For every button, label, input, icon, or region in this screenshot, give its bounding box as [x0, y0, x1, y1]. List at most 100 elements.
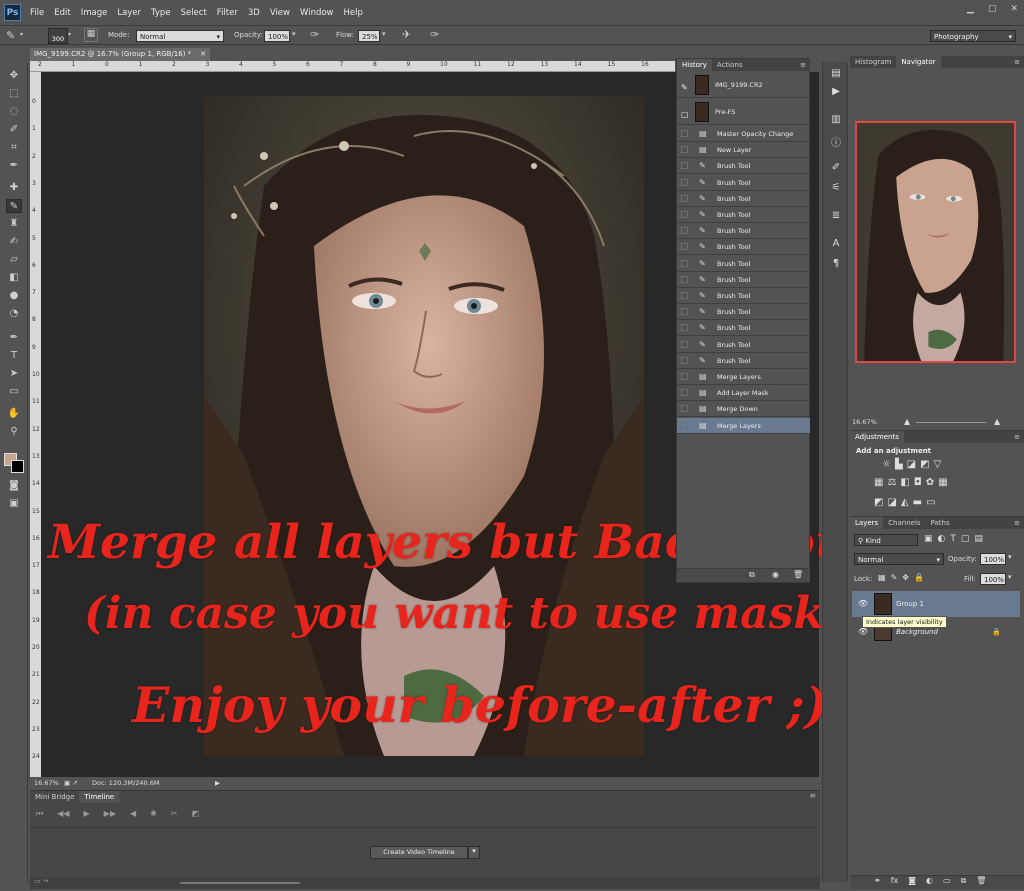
history-item[interactable]: ▤ New Layer [677, 142, 810, 159]
navigator-zoom-value[interactable]: 16.67% [852, 416, 877, 428]
invert-icon[interactable]: ◩ [874, 497, 883, 508]
menu-edit[interactable]: Edit [54, 8, 70, 18]
history-checkbox[interactable] [681, 130, 688, 137]
history-checkbox[interactable] [681, 421, 688, 429]
black-white-icon[interactable]: ◧ [900, 477, 909, 488]
ruler-vertical[interactable]: 0 1 2 3 4 5 6 7 8 9 10 11 12 13 14 15 16 17 18 19 20 21 22 23 24… [30, 72, 41, 788]
folder-icon[interactable]: ▭ [943, 876, 951, 889]
character-icon[interactable]: A [829, 238, 843, 252]
dodge-tool-icon[interactable]: ◔ [6, 307, 22, 321]
history-item[interactable]: ✎ Brush Tool [677, 353, 810, 369]
create-video-timeline-button[interactable]: Create Video Timeline [370, 846, 468, 859]
document-photo[interactable] [204, 96, 644, 756]
menu-help[interactable]: Help [344, 8, 363, 18]
chevron-down-icon[interactable]: ▾ [292, 30, 296, 38]
pressure-opacity-icon[interactable]: ✑ [310, 28, 319, 41]
chevron-down-icon[interactable]: ▾ [1008, 553, 1012, 561]
history-item[interactable]: ▤ Merge Down [677, 401, 810, 418]
history-checkbox[interactable] [681, 373, 688, 380]
history-item[interactable]: ✎ Brush Tool [677, 320, 810, 337]
source-brush-icon[interactable]: ✎ [681, 80, 688, 96]
close-icon[interactable]: ✕ [1010, 4, 1018, 14]
hue-saturation-icon[interactable]: ▦ [874, 477, 883, 488]
layer-blend-mode[interactable]: Normal ▾ [854, 553, 944, 565]
history-checkbox[interactable] [681, 194, 688, 202]
maximize-icon[interactable]: ▢ [988, 4, 997, 14]
history-item[interactable]: ▤ Merge Layers [677, 369, 810, 385]
menu-layer[interactable]: Layer [117, 8, 141, 18]
play-icon[interactable]: ▶ [84, 809, 90, 819]
tab-mini-bridge[interactable]: Mini Bridge [30, 791, 79, 803]
tab-adjustments[interactable]: Adjustments [850, 431, 904, 443]
lock-transparent-icon[interactable]: ▦ [878, 573, 886, 582]
history-checkbox[interactable] [681, 146, 688, 154]
status-arrow-icon[interactable]: ▶ [215, 777, 220, 789]
trash-icon[interactable]: 🗑 [793, 570, 803, 579]
history-checkbox[interactable] [681, 243, 688, 251]
color-lookup-icon[interactable]: ▦ [938, 477, 947, 488]
layer-opacity-field[interactable]: 100% [980, 553, 1006, 565]
ruler-horizontal[interactable]: 2 1 0 1 2 3 4 5 6 7 8 9 10 11 12 13 14 15 16 [30, 61, 675, 72]
minimize-icon[interactable]: ▁ [967, 4, 974, 14]
history-item[interactable]: ✎ Brush Tool [677, 223, 810, 240]
history-checkbox[interactable] [681, 211, 688, 218]
navigator-zoom-slider[interactable] [916, 422, 986, 423]
history-snapshot[interactable]: ▢ Pre-FS [677, 99, 810, 125]
brightness-contrast-icon[interactable]: ☼ [882, 459, 891, 470]
next-frame-icon[interactable]: ▶▶ [104, 809, 116, 819]
blur-tool-icon[interactable]: ● [6, 289, 22, 303]
layer-filter-kind[interactable]: ⚲ Kind [854, 534, 918, 546]
history-checkbox[interactable] [681, 178, 688, 186]
adjustment-layer-icon[interactable]: ◐ [926, 876, 933, 889]
snapshot-camera-icon[interactable]: ◉ [772, 570, 779, 579]
layer-row-group-1[interactable]: 👁 Group 1 [852, 591, 1020, 617]
vibrance-icon[interactable]: ▽ [934, 459, 942, 470]
gradient-tool-icon[interactable]: ◧ [6, 271, 22, 285]
chevron-down-icon[interactable]: ▾ [1008, 573, 1012, 581]
history-checkbox[interactable] [681, 227, 688, 235]
clone-source-icon[interactable]: ≣ [829, 210, 843, 224]
type-tool-icon[interactable]: T [6, 349, 22, 363]
levels-icon[interactable]: ▙ [895, 459, 903, 470]
info-icon[interactable]: ⓘ [829, 134, 843, 149]
panel-menu-icon[interactable]: ≡ [1014, 431, 1020, 443]
menu-type[interactable]: Type [151, 8, 171, 18]
menu-view[interactable]: View [270, 8, 290, 18]
crop-tool-icon[interactable]: ⌗ [6, 141, 22, 155]
tab-paths[interactable]: Paths [926, 517, 955, 529]
menu-filter[interactable]: Filter [217, 8, 238, 18]
lock-all-icon[interactable]: 🔒 [914, 573, 924, 582]
history-item[interactable]: ✎ Brush Tool [677, 158, 810, 175]
lasso-tool-icon[interactable]: ◌ [6, 105, 22, 119]
eyedropper-tool-icon[interactable]: ✒ [6, 159, 22, 173]
tab-history[interactable]: History [677, 59, 712, 71]
audio-icon[interactable]: ◀ [130, 809, 136, 819]
actions-icon[interactable]: ▶ [829, 86, 843, 100]
opacity-field[interactable]: 100% [264, 30, 290, 42]
color-balance-icon[interactable]: ⚖ [887, 477, 896, 488]
tab-actions[interactable]: Actions [712, 59, 748, 71]
stamp-tool-icon[interactable]: ♜ [6, 217, 22, 231]
brush-panel-icon[interactable]: ⚟ [829, 182, 843, 196]
convert-icon[interactable]: ▭ ↪ [34, 877, 49, 885]
pressure-size-icon[interactable]: ✑ [430, 28, 439, 41]
zoom-tool-icon[interactable]: ⚲ [6, 425, 22, 439]
history-item[interactable]: ▤ Add Layer Mask [677, 385, 810, 402]
posterize-icon[interactable]: ◪ [887, 497, 896, 508]
chevron-down-icon[interactable]: ▾ [68, 31, 71, 38]
history-checkbox[interactable] [681, 340, 688, 348]
history-item[interactable]: ✎ Brush Tool [677, 207, 810, 223]
history-checkbox[interactable] [681, 292, 688, 299]
airbrush-icon[interactable]: ✈ [402, 28, 411, 41]
panel-menu-icon[interactable]: ≡ [1014, 56, 1020, 68]
history-checkbox[interactable] [681, 259, 688, 267]
settings-icon[interactable]: ✺ [150, 809, 157, 819]
tab-timeline[interactable]: Timeline [79, 791, 120, 803]
panel-menu-icon[interactable]: ≡ [809, 791, 816, 800]
eye-icon[interactable]: 👁 [858, 591, 868, 617]
history-item[interactable]: ✎ Brush Tool [677, 175, 810, 191]
shape-tool-icon[interactable]: ▭ [6, 385, 22, 399]
info-properties-icon[interactable]: ▥ [829, 114, 843, 128]
history-item[interactable]: ✎ Brush Tool [677, 272, 810, 288]
history-brush-tool-icon[interactable]: ✍ [6, 235, 22, 249]
